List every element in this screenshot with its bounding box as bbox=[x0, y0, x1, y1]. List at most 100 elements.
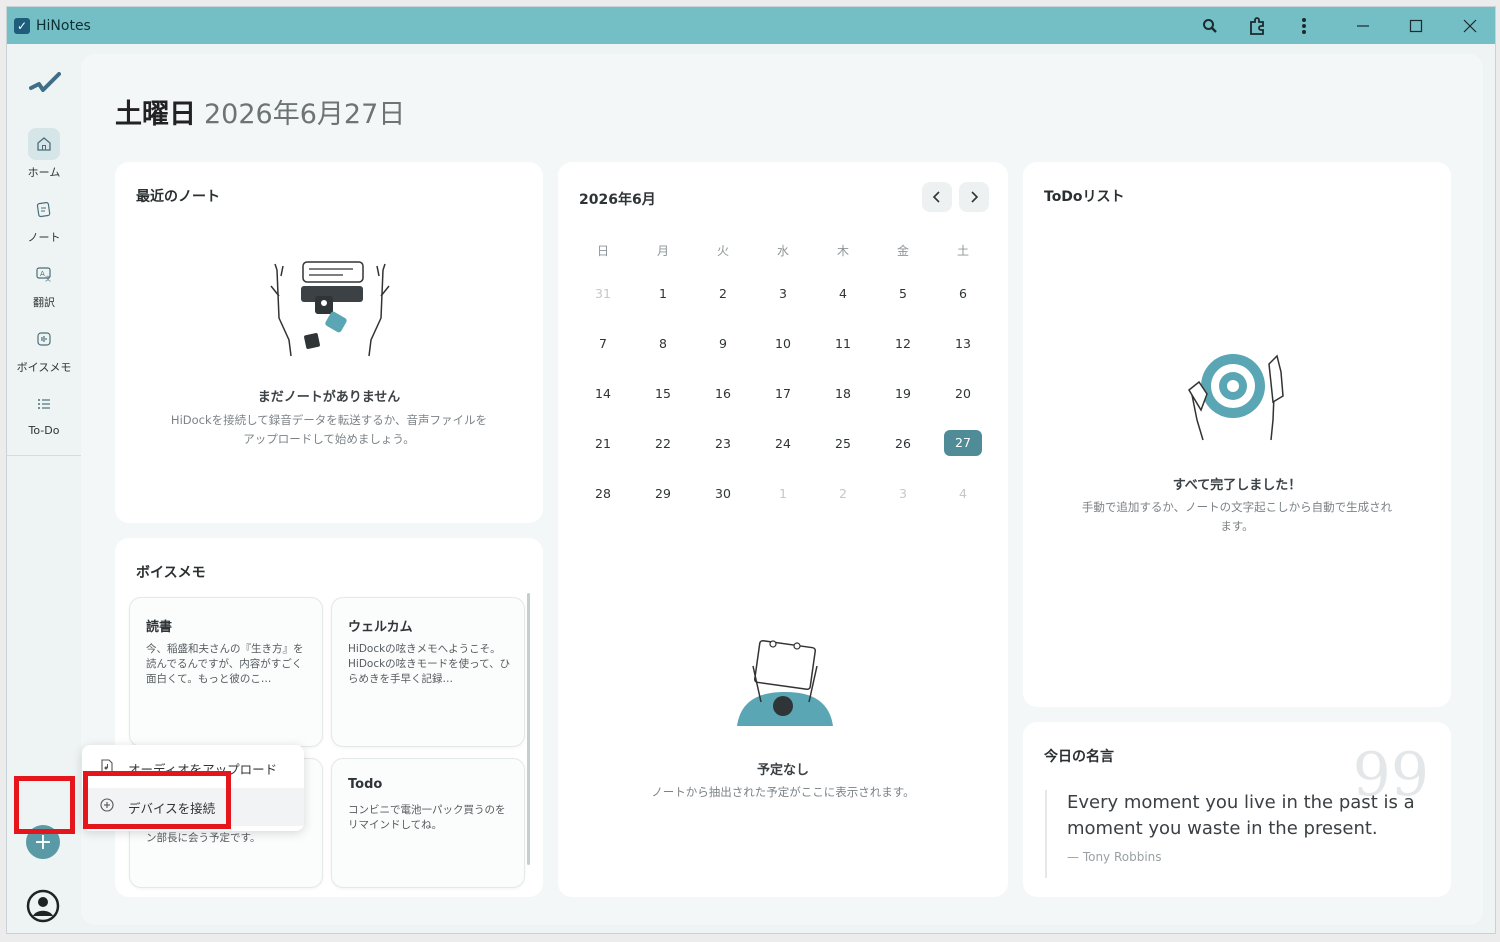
card-title: 今日の名言 bbox=[1044, 749, 1114, 765]
calendar-day[interactable]: 13 bbox=[933, 336, 993, 351]
memo-title: Todo bbox=[348, 777, 383, 792]
calendar-day[interactable]: 17 bbox=[753, 386, 813, 401]
calendar-day[interactable]: 31 bbox=[573, 286, 633, 301]
app-logo-icon: ✓ bbox=[14, 17, 30, 34]
extension-icon[interactable] bbox=[1235, 7, 1281, 44]
weekday-header: 金 bbox=[896, 243, 909, 258]
calendar-day[interactable]: 2 bbox=[813, 486, 873, 501]
calendar-day[interactable]: 16 bbox=[693, 386, 753, 401]
maximize-button[interactable] bbox=[1393, 7, 1439, 44]
user-avatar-icon[interactable] bbox=[26, 889, 60, 923]
date-label: 2026年6月27日 bbox=[204, 99, 406, 130]
weekday-header: 日 bbox=[596, 243, 609, 258]
sidebar-item-voice-memo[interactable]: ボイスメモ bbox=[7, 323, 81, 375]
weekday-header: 火 bbox=[716, 243, 729, 258]
calendar-day[interactable]: 22 bbox=[633, 436, 693, 451]
card-title: 最近のノート bbox=[136, 189, 220, 205]
calendar-day[interactable]: 26 bbox=[873, 436, 933, 451]
calendar-day[interactable]: 7 bbox=[573, 336, 633, 351]
calendar-week-row: 31 1 2 3 4 5 6 bbox=[573, 268, 993, 318]
empty-state-title: すべて完了しました！ bbox=[1172, 478, 1302, 493]
memo-title: 読書 bbox=[146, 620, 173, 635]
card-title: ToDoリスト bbox=[1044, 189, 1125, 205]
calendar-day[interactable]: 30 bbox=[693, 486, 753, 501]
sidebar-item-translate[interactable]: A文 翻訳 bbox=[7, 258, 81, 310]
quote-text: Every moment you live in the past is a m… bbox=[1067, 792, 1415, 839]
empty-state-description: HiDockを接続して録音データを転送するか、音声ファイルを bbox=[170, 413, 488, 427]
title-bar: ✓ HiNotes bbox=[7, 7, 1495, 44]
calendar-day[interactable]: 25 bbox=[813, 436, 873, 451]
calendar-day[interactable]: 29 bbox=[633, 486, 693, 501]
close-button[interactable] bbox=[1447, 7, 1493, 44]
weekday-header: 月 bbox=[656, 243, 669, 258]
sidebar-item-label: ノート bbox=[27, 231, 61, 244]
calendar-day[interactable]: 14 bbox=[573, 386, 633, 401]
calendar-day[interactable]: 20 bbox=[933, 386, 993, 401]
calendar-day-today[interactable]: 27 bbox=[933, 430, 993, 456]
calendar-day[interactable]: 23 bbox=[693, 436, 753, 451]
memo-preview: コンビニで電池一パック買うのをリマインドしてね。 bbox=[348, 804, 506, 831]
empty-state-title: 予定なし bbox=[756, 763, 809, 778]
calendar-day[interactable]: 1 bbox=[753, 486, 813, 501]
svg-text:文: 文 bbox=[45, 275, 51, 283]
weekday-header: 木 bbox=[836, 243, 849, 258]
calendar-week-row: 28 29 30 1 2 3 4 bbox=[573, 468, 993, 518]
empty-state-description: アップロードして始めましょう。 bbox=[243, 432, 415, 446]
todo-list-card: ToDoリスト すべて完了しました！ 手動で追加するか、ノートの文字起こしから自… bbox=[1023, 162, 1451, 707]
weekday-header: 土 bbox=[956, 243, 969, 258]
voice-memo-item[interactable]: Todo コンビニで電池一パック買うのをリマインドしてね。 bbox=[331, 758, 525, 888]
calendar-day[interactable]: 12 bbox=[873, 336, 933, 351]
empty-state-description: ます。 bbox=[1220, 519, 1254, 533]
calendar-day[interactable]: 21 bbox=[573, 436, 633, 451]
calendar-week-row: 7 8 9 10 11 12 13 bbox=[573, 318, 993, 368]
calendar-day[interactable]: 28 bbox=[573, 486, 633, 501]
translate-icon: A文 bbox=[28, 258, 60, 290]
prev-month-button[interactable] bbox=[922, 182, 952, 212]
more-menu-icon[interactable] bbox=[1281, 7, 1327, 44]
calendar-day[interactable]: 6 bbox=[933, 286, 993, 301]
calendar-day[interactable]: 8 bbox=[633, 336, 693, 351]
calendar-day[interactable]: 24 bbox=[753, 436, 813, 451]
calendar-day[interactable]: 9 bbox=[693, 336, 753, 351]
calendar-day[interactable]: 15 bbox=[633, 386, 693, 401]
card-title: ボイスメモ bbox=[136, 565, 206, 581]
calendar-day[interactable]: 3 bbox=[873, 486, 933, 501]
memo-scrollbar[interactable] bbox=[527, 593, 530, 865]
calendar-day[interactable]: 4 bbox=[933, 486, 993, 501]
page-title: 土曜日 2026年6月27日 bbox=[115, 92, 405, 131]
calendar-day[interactable]: 4 bbox=[813, 286, 873, 301]
empty-state-title: まだノートがありません bbox=[257, 390, 401, 405]
calendar-day[interactable]: 11 bbox=[813, 336, 873, 351]
chevron-left-icon bbox=[932, 191, 940, 203]
highlight-box-add-button bbox=[14, 776, 75, 834]
calendar-day[interactable]: 19 bbox=[873, 386, 933, 401]
empty-state-description: ノートから抽出された予定がここに表示されます。 bbox=[651, 785, 915, 799]
calendar-day[interactable]: 1 bbox=[633, 286, 693, 301]
search-icon[interactable] bbox=[1187, 7, 1233, 44]
weekday-label: 土曜日 bbox=[115, 99, 196, 130]
todo-done-illustration bbox=[1188, 354, 1284, 441]
calendar-day[interactable]: 18 bbox=[813, 386, 873, 401]
memo-preview: HiDockの呟きメモへようこそ。HiDockの呟きモードを使って、ひらめきを手… bbox=[348, 643, 511, 685]
app-window: ✓ HiNotes ホーム ノート A 文 翻訳 ボイスメモ To-Do + 土… bbox=[6, 6, 1496, 934]
calendar-day[interactable]: 10 bbox=[753, 336, 813, 351]
voice-memo-card: ボイスメモ 読書 今、稲盛和夫さんの『生き方』を読んでるんですが、内容がすごく面… bbox=[115, 538, 543, 897]
empty-state-description: 手動で追加するか、ノートの文字起こしから自動で生成され bbox=[1081, 500, 1393, 514]
calendar-day[interactable]: 2 bbox=[693, 286, 753, 301]
brand-logo-icon bbox=[29, 72, 61, 92]
minimize-button[interactable] bbox=[1340, 7, 1386, 44]
calendar-day[interactable]: 3 bbox=[753, 286, 813, 301]
calendar-week-row: 14 15 16 17 18 19 20 bbox=[573, 368, 993, 418]
voice-memo-item[interactable]: ウェルカム HiDockの呟きメモへようこそ。HiDockの呟きモードを使って、… bbox=[331, 597, 525, 747]
quote-author: — Tony Robbins bbox=[1067, 850, 1162, 864]
next-month-button[interactable] bbox=[959, 182, 989, 212]
voice-memo-item[interactable]: 読書 今、稲盛和夫さんの『生き方』を読んでるんですが、内容がすごく面白くて。もっ… bbox=[129, 597, 323, 747]
calendar-day[interactable]: 5 bbox=[873, 286, 933, 301]
memo-title: ウェルカム bbox=[348, 620, 413, 635]
sidebar-item-home[interactable]: ホーム bbox=[7, 128, 81, 180]
sidebar-divider bbox=[7, 455, 81, 456]
schedule-empty-illustration bbox=[737, 639, 833, 726]
calendar-week-row: 21 22 23 24 25 26 27 bbox=[573, 418, 993, 468]
sidebar-item-notes[interactable]: ノート bbox=[7, 193, 81, 245]
sidebar-item-todo[interactable]: To-Do bbox=[7, 388, 81, 437]
